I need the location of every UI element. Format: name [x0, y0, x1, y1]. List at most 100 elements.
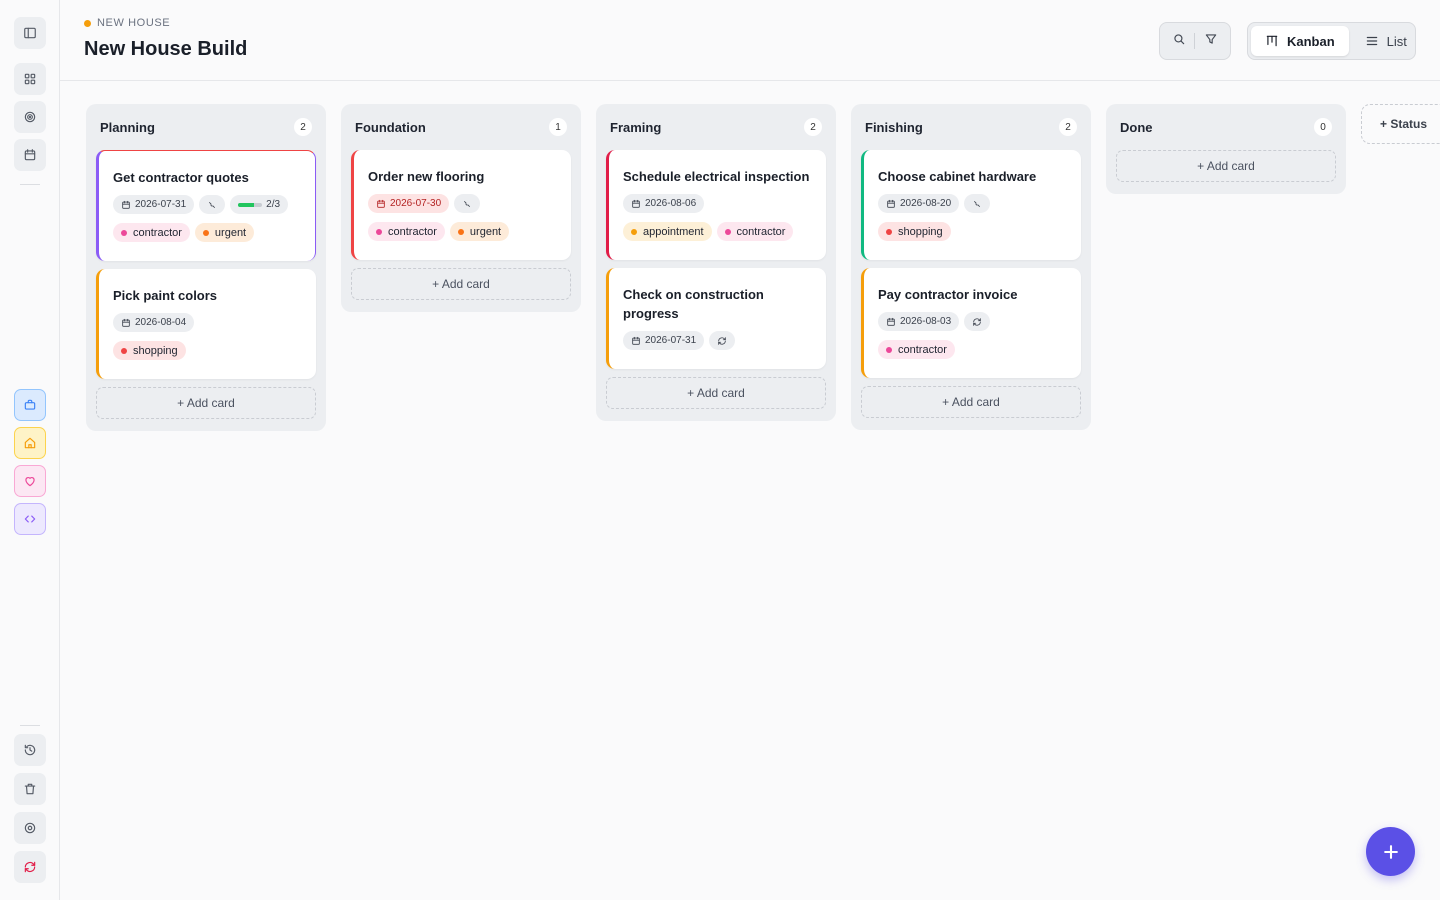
list-icon — [1366, 36, 1377, 46]
add-card-button[interactable]: + Add card — [606, 377, 826, 409]
briefcase-icon[interactable] — [14, 389, 46, 421]
due-date: 2026-08-04 — [113, 313, 195, 332]
column-title: Done — [1120, 119, 1153, 135]
calendar-icon — [886, 317, 896, 327]
target-icon[interactable] — [14, 101, 46, 133]
tag-contractor: contractor — [878, 340, 955, 359]
add-card-button[interactable]: + Add card — [351, 268, 571, 300]
card-meta: 2026-07-31 — [623, 331, 812, 350]
card-meta: 2026-07-31 2/3 — [113, 195, 301, 214]
column-header: Planning 2 — [86, 104, 326, 150]
calendar-icon[interactable] — [14, 139, 46, 171]
subtasks-icon — [454, 194, 481, 213]
due-date: 2026-08-20 — [878, 194, 960, 213]
column-header: Foundation 1 — [341, 104, 581, 150]
task-card[interactable]: Choose cabinet hardware 2026-08-20 shoppin… — [861, 150, 1081, 260]
column-title: Planning — [100, 119, 155, 135]
column-done: Done 0 + Add card — [1106, 104, 1346, 194]
header: NEW HOUSE New House Build Kanban List — [60, 0, 1440, 81]
heart-icon[interactable] — [14, 465, 46, 497]
tag-shopping: shopping — [878, 222, 951, 241]
card-title: Check on construction progress — [623, 287, 764, 321]
search-icon[interactable] — [1172, 32, 1186, 51]
card-title: Order new flooring — [368, 169, 485, 184]
divider — [1194, 33, 1196, 49]
tag-label: shopping — [898, 225, 943, 238]
due-date: 2026-07-31 — [623, 331, 705, 350]
task-card[interactable]: Pay contractor invoice 2026-08-03 contract… — [861, 268, 1081, 378]
history-icon[interactable] — [14, 734, 46, 766]
due-date-label: 2026-07-31 — [135, 199, 187, 210]
column-title: Foundation — [355, 119, 426, 135]
tag-contractor: contractor — [368, 222, 445, 241]
calendar-icon — [121, 318, 131, 328]
tag-contractor: contractor — [716, 222, 794, 241]
page-title: New House Build — [84, 38, 248, 60]
home-icon[interactable] — [14, 427, 46, 459]
add-card-button[interactable]: + Add card — [96, 387, 316, 419]
card-title: Get contractor quotes — [113, 170, 249, 185]
subtask-progress: 2/3 — [230, 195, 289, 214]
filter-icon[interactable] — [1204, 32, 1218, 51]
sync-icon[interactable] — [14, 851, 46, 883]
breadcrumb: NEW HOUSE — [84, 17, 170, 29]
due-date: 2026-08-03 — [878, 312, 960, 331]
tag-label: contractor — [736, 225, 786, 238]
tag-shopping: shopping — [113, 341, 186, 360]
sidebar-toggle-icon[interactable] — [14, 17, 46, 49]
due-date-overdue: 2026-07-30 — [368, 194, 450, 213]
kanban-view-label: Kanban — [1287, 33, 1335, 49]
code-icon[interactable] — [14, 503, 46, 535]
list-view-button[interactable]: List — [1351, 26, 1421, 56]
task-card[interactable]: Order new flooring 2026-07-30 contractor ur… — [351, 150, 571, 260]
due-date-label: 2026-07-31 — [645, 335, 697, 346]
add-status-button[interactable]: + Status — [1361, 104, 1440, 144]
tag-dot — [724, 228, 731, 235]
toolbar — [1159, 22, 1231, 60]
column-foundation: Foundation 1 Order new flooring 2026-07-30 c… — [341, 104, 581, 312]
tag-dot — [631, 228, 637, 235]
tag-contractor: contractor — [113, 223, 190, 242]
task-card[interactable]: Schedule electrical inspection 2026-08-06… — [606, 150, 826, 260]
card-meta: 2026-08-20 — [878, 194, 1067, 213]
card-meta: 2026-07-30 — [368, 194, 557, 213]
progress-bar — [238, 202, 263, 207]
column-header: Framing 2 — [596, 104, 836, 150]
task-card[interactable]: Pick paint colors 2026-08-04 shopping — [96, 269, 316, 379]
due-date-label: 2026-08-04 — [135, 317, 187, 328]
plus-icon — [1383, 844, 1398, 859]
card-title: Choose cabinet hardware — [878, 169, 1037, 184]
due-date-label: 2026-08-20 — [900, 198, 952, 209]
card-tags: contractor urgent — [113, 223, 301, 242]
tag-label: urgent — [469, 225, 502, 238]
tag-dot — [121, 347, 127, 354]
new-card-fab[interactable] — [1366, 827, 1415, 876]
tag-dot — [457, 228, 464, 235]
grid-icon[interactable] — [14, 63, 46, 95]
task-card[interactable]: Check on construction progress 2026-07-31 — [606, 268, 826, 369]
sidebar — [0, 0, 60, 900]
card-tags: shopping — [878, 222, 1067, 241]
progress-label: 2/3 — [266, 199, 281, 210]
due-date: 2026-08-06 — [623, 194, 705, 213]
settings-icon[interactable] — [14, 812, 46, 844]
column-header: Finishing 2 — [851, 104, 1091, 150]
tag-label: contractor — [133, 226, 182, 239]
task-card[interactable]: Get contractor quotes 2026-07-31 2/3 contra… — [96, 150, 316, 261]
column-framing: Framing 2 Schedule electrical inspection 20… — [596, 104, 836, 421]
tag-label: appointment — [643, 225, 704, 238]
trash-icon[interactable] — [14, 773, 46, 805]
breadcrumb-label: NEW HOUSE — [97, 17, 171, 29]
kanban-view-button[interactable]: Kanban — [1251, 26, 1349, 56]
tag-dot — [376, 228, 382, 235]
card-tags: shopping — [113, 341, 302, 360]
column-count-badge: 2 — [1059, 118, 1077, 136]
column-title: Framing — [610, 119, 662, 135]
add-card-button[interactable]: + Add card — [1116, 150, 1336, 182]
card-title: Schedule electrical inspection — [623, 169, 810, 184]
card-meta: 2026-08-03 — [878, 312, 1067, 331]
repeat-icon — [964, 312, 991, 331]
add-card-button[interactable]: + Add card — [861, 386, 1081, 418]
card-tags: contractor — [878, 340, 1067, 359]
column-count-badge: 0 — [1314, 118, 1332, 136]
